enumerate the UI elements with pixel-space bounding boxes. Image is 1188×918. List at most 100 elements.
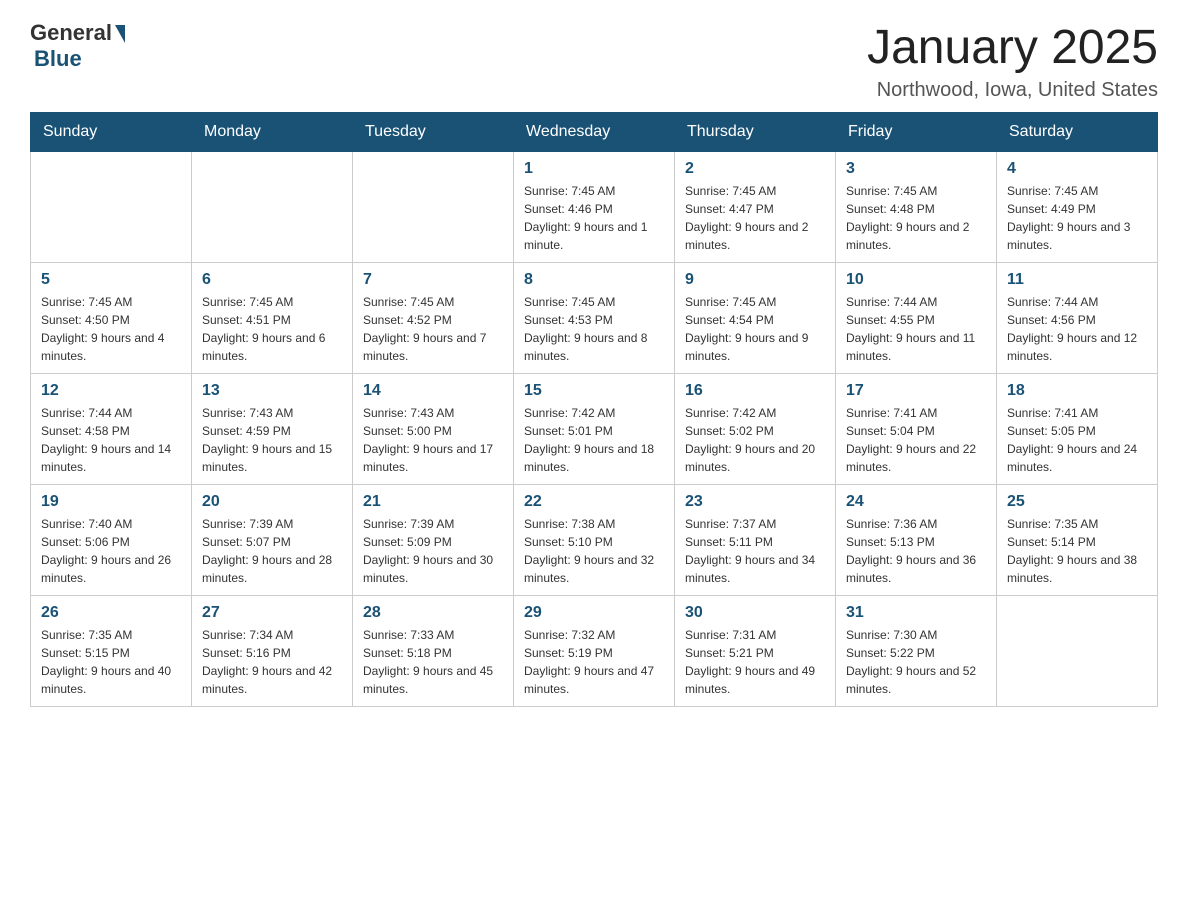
- day-info: Sunrise: 7:44 AMSunset: 4:58 PMDaylight:…: [41, 404, 181, 476]
- day-number: 2: [685, 160, 825, 178]
- column-header-wednesday: Wednesday: [514, 113, 675, 152]
- column-header-monday: Monday: [192, 113, 353, 152]
- calendar-cell: 19Sunrise: 7:40 AMSunset: 5:06 PMDayligh…: [31, 485, 192, 596]
- logo-blue-text: Blue: [34, 46, 82, 72]
- day-number: 14: [363, 382, 503, 400]
- column-header-sunday: Sunday: [31, 113, 192, 152]
- day-info: Sunrise: 7:41 AMSunset: 5:05 PMDaylight:…: [1007, 404, 1147, 476]
- calendar-cell: 16 Sunrise: 7:42 AMSunset: 5:02 PMDayligh…: [675, 374, 836, 485]
- logo-arrow-icon: [115, 25, 125, 43]
- calendar-cell: [997, 596, 1158, 707]
- calendar-cell: 17 Sunrise: 7:41 AMSunset: 5:04 PMDayligh…: [836, 374, 997, 485]
- day-info: Sunrise: 7:45 AMSunset: 4:49 PMDaylight:…: [1007, 182, 1147, 254]
- calendar-week-4: 19Sunrise: 7:40 AMSunset: 5:06 PMDayligh…: [31, 485, 1158, 596]
- location-title: Northwood, Iowa, United States: [867, 79, 1158, 102]
- calendar-cell: [353, 152, 514, 263]
- day-info: Sunrise: 7:45 AMSunset: 4:51 PMDaylight:…: [202, 293, 342, 365]
- calendar-week-5: 26Sunrise: 7:35 AMSunset: 5:15 PMDayligh…: [31, 596, 1158, 707]
- day-info: Sunrise: 7:45 AMSunset: 4:50 PMDaylight:…: [41, 293, 181, 365]
- day-number: 11: [1007, 271, 1147, 289]
- day-info: Sunrise: 7:44 AMSunset: 4:55 PMDaylight:…: [846, 293, 986, 365]
- day-number: 23: [685, 493, 825, 511]
- day-info: Sunrise: 7:45 AMSunset: 4:48 PMDaylight:…: [846, 182, 986, 254]
- day-number: 5: [41, 271, 181, 289]
- day-info: Sunrise: 7:34 AMSunset: 5:16 PMDaylight:…: [202, 626, 342, 698]
- day-info: Sunrise: 7:35 AMSunset: 5:14 PMDaylight:…: [1007, 515, 1147, 587]
- day-number: 18: [1007, 382, 1147, 400]
- day-number: 10: [846, 271, 986, 289]
- calendar-cell: 24Sunrise: 7:36 AMSunset: 5:13 PMDayligh…: [836, 485, 997, 596]
- day-info: Sunrise: 7:39 AMSunset: 5:07 PMDaylight:…: [202, 515, 342, 587]
- calendar-cell: 13Sunrise: 7:43 AMSunset: 4:59 PMDayligh…: [192, 374, 353, 485]
- day-info: Sunrise: 7:45 AMSunset: 4:52 PMDaylight:…: [363, 293, 503, 365]
- column-header-thursday: Thursday: [675, 113, 836, 152]
- calendar-cell: 31 Sunrise: 7:30 AMSunset: 5:22 PMDayligh…: [836, 596, 997, 707]
- day-info: Sunrise: 7:41 AMSunset: 5:04 PMDaylight:…: [846, 404, 986, 476]
- column-header-tuesday: Tuesday: [353, 113, 514, 152]
- calendar-cell: 5 Sunrise: 7:45 AMSunset: 4:50 PMDaylight…: [31, 263, 192, 374]
- calendar-cell: 26Sunrise: 7:35 AMSunset: 5:15 PMDayligh…: [31, 596, 192, 707]
- column-header-friday: Friday: [836, 113, 997, 152]
- day-info: Sunrise: 7:32 AMSunset: 5:19 PMDaylight:…: [524, 626, 664, 698]
- day-number: 19: [41, 493, 181, 511]
- calendar-week-3: 12 Sunrise: 7:44 AMSunset: 4:58 PMDayligh…: [31, 374, 1158, 485]
- calendar-cell: 10 Sunrise: 7:44 AMSunset: 4:55 PMDayligh…: [836, 263, 997, 374]
- day-number: 28: [363, 604, 503, 622]
- day-number: 17: [846, 382, 986, 400]
- day-info: Sunrise: 7:30 AMSunset: 5:22 PMDaylight:…: [846, 626, 986, 698]
- day-info: Sunrise: 7:45 AMSunset: 4:46 PMDaylight:…: [524, 182, 664, 254]
- day-number: 26: [41, 604, 181, 622]
- calendar-cell: [192, 152, 353, 263]
- day-number: 25: [1007, 493, 1147, 511]
- day-number: 21: [363, 493, 503, 511]
- day-number: 31: [846, 604, 986, 622]
- day-number: 1: [524, 160, 664, 178]
- day-number: 15: [524, 382, 664, 400]
- day-number: 6: [202, 271, 342, 289]
- calendar-cell: 21 Sunrise: 7:39 AMSunset: 5:09 PMDayligh…: [353, 485, 514, 596]
- day-number: 24: [846, 493, 986, 511]
- calendar-cell: 20Sunrise: 7:39 AMSunset: 5:07 PMDayligh…: [192, 485, 353, 596]
- day-info: Sunrise: 7:43 AMSunset: 5:00 PMDaylight:…: [363, 404, 503, 476]
- day-info: Sunrise: 7:39 AMSunset: 5:09 PMDaylight:…: [363, 515, 503, 587]
- day-info: Sunrise: 7:38 AMSunset: 5:10 PMDaylight:…: [524, 515, 664, 587]
- day-number: 22: [524, 493, 664, 511]
- calendar-cell: 23 Sunrise: 7:37 AMSunset: 5:11 PMDayligh…: [675, 485, 836, 596]
- day-info: Sunrise: 7:45 AMSunset: 4:54 PMDaylight:…: [685, 293, 825, 365]
- logo: General Blue: [30, 20, 125, 72]
- day-number: 9: [685, 271, 825, 289]
- calendar-cell: 30Sunrise: 7:31 AMSunset: 5:21 PMDayligh…: [675, 596, 836, 707]
- calendar-cell: 25 Sunrise: 7:35 AMSunset: 5:14 PMDayligh…: [997, 485, 1158, 596]
- calendar-cell: 1 Sunrise: 7:45 AMSunset: 4:46 PMDaylight…: [514, 152, 675, 263]
- day-number: 12: [41, 382, 181, 400]
- calendar-cell: 15Sunrise: 7:42 AMSunset: 5:01 PMDayligh…: [514, 374, 675, 485]
- calendar-cell: 27 Sunrise: 7:34 AMSunset: 5:16 PMDayligh…: [192, 596, 353, 707]
- calendar-cell: 8 Sunrise: 7:45 AMSunset: 4:53 PMDaylight…: [514, 263, 675, 374]
- day-info: Sunrise: 7:45 AMSunset: 4:53 PMDaylight:…: [524, 293, 664, 365]
- calendar-cell: 14 Sunrise: 7:43 AMSunset: 5:00 PMDayligh…: [353, 374, 514, 485]
- day-info: Sunrise: 7:44 AMSunset: 4:56 PMDaylight:…: [1007, 293, 1147, 365]
- day-info: Sunrise: 7:42 AMSunset: 5:02 PMDaylight:…: [685, 404, 825, 476]
- day-number: 3: [846, 160, 986, 178]
- calendar-cell: 12 Sunrise: 7:44 AMSunset: 4:58 PMDayligh…: [31, 374, 192, 485]
- calendar-week-1: 1 Sunrise: 7:45 AMSunset: 4:46 PMDaylight…: [31, 152, 1158, 263]
- day-number: 8: [524, 271, 664, 289]
- day-number: 29: [524, 604, 664, 622]
- title-block: January 2025 Northwood, Iowa, United Sta…: [867, 20, 1158, 102]
- calendar-cell: 29 Sunrise: 7:32 AMSunset: 5:19 PMDayligh…: [514, 596, 675, 707]
- day-info: Sunrise: 7:33 AMSunset: 5:18 PMDaylight:…: [363, 626, 503, 698]
- column-header-saturday: Saturday: [997, 113, 1158, 152]
- day-number: 16: [685, 382, 825, 400]
- day-info: Sunrise: 7:37 AMSunset: 5:11 PMDaylight:…: [685, 515, 825, 587]
- calendar-cell: 4 Sunrise: 7:45 AMSunset: 4:49 PMDaylight…: [997, 152, 1158, 263]
- day-info: Sunrise: 7:43 AMSunset: 4:59 PMDaylight:…: [202, 404, 342, 476]
- calendar-cell: 22 Sunrise: 7:38 AMSunset: 5:10 PMDayligh…: [514, 485, 675, 596]
- month-title: January 2025: [867, 20, 1158, 75]
- calendar-table: SundayMondayTuesdayWednesdayThursdayFrid…: [30, 112, 1158, 707]
- calendar-cell: 3 Sunrise: 7:45 AMSunset: 4:48 PMDaylight…: [836, 152, 997, 263]
- day-number: 27: [202, 604, 342, 622]
- calendar-cell: 7Sunrise: 7:45 AMSunset: 4:52 PMDaylight…: [353, 263, 514, 374]
- day-info: Sunrise: 7:31 AMSunset: 5:21 PMDaylight:…: [685, 626, 825, 698]
- day-number: 4: [1007, 160, 1147, 178]
- calendar-week-2: 5 Sunrise: 7:45 AMSunset: 4:50 PMDaylight…: [31, 263, 1158, 374]
